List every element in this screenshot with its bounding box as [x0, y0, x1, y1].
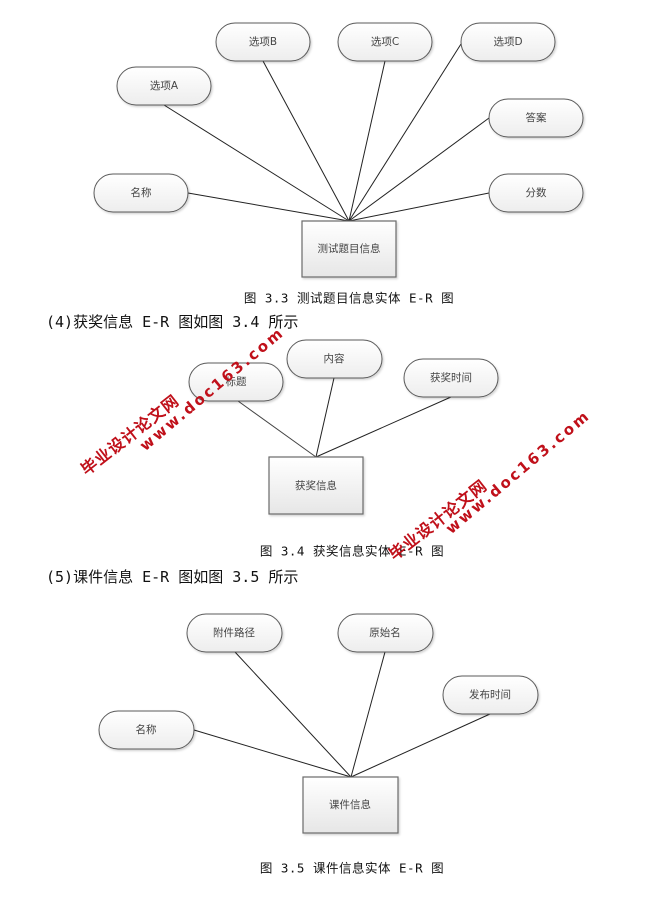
- attribute-option-b: 选项B: [215, 22, 311, 62]
- attribute-label: 选项A: [150, 79, 179, 92]
- link-name: [193, 729, 352, 778]
- attribute-attachment-path: 附件路径: [186, 613, 283, 653]
- er-diagram-courseware: 附件路径 原始名 发布时间 名称 课件信息 图 3.5 课件信息实体 E-R 图: [98, 613, 539, 876]
- link-option-c: [348, 60, 386, 222]
- document-page: 选项A 选项B 选项C 选项D 答案 分数 名称 测试题目信息 图 3.3 测试…: [46, 22, 594, 876]
- attribute-label: 附件路径: [213, 626, 255, 639]
- attribute-score: 分数: [488, 173, 584, 213]
- link-name: [187, 192, 350, 222]
- link-publish-time: [350, 713, 491, 778]
- attribute-label: 内容: [324, 352, 345, 365]
- section-intro-award: (4)获奖信息 E-R 图如图 3.4 所示: [46, 313, 298, 331]
- link-option-b: [262, 60, 350, 222]
- attribute-label: 选项C: [371, 35, 399, 48]
- watermark-url: www.doc163.com: [442, 406, 594, 537]
- attribute-label: 选项B: [249, 35, 277, 48]
- relationship-lines: [193, 651, 491, 778]
- attribute-answer: 答案: [488, 98, 584, 138]
- link-attachment-path: [234, 651, 352, 778]
- link-answer: [348, 117, 490, 222]
- link-title: [237, 400, 317, 458]
- attribute-label: 答案: [526, 111, 547, 124]
- entity-test-question-info: 测试题目信息: [301, 220, 397, 278]
- link-option-a: [163, 104, 350, 222]
- attribute-label: 分数: [526, 186, 547, 199]
- entity-label: 课件信息: [329, 798, 371, 811]
- attribute-label: 选项D: [493, 35, 522, 48]
- attribute-option-c: 选项C: [337, 22, 433, 62]
- figure-caption: 图 3.3 测试题目信息实体 E-R 图: [244, 291, 454, 306]
- attribute-name: 名称: [98, 710, 195, 750]
- entity-label: 测试题目信息: [318, 242, 381, 255]
- entity-label: 获奖信息: [295, 479, 337, 492]
- er-diagram-test-question: 选项A 选项B 选项C 选项D 答案 分数 名称 测试题目信息 图 3.3 测试…: [93, 22, 584, 306]
- attribute-option-d: 选项D: [460, 22, 556, 62]
- attribute-name: 名称: [93, 173, 189, 213]
- link-award-time: [315, 396, 452, 458]
- entity-courseware-info: 课件信息: [302, 776, 399, 834]
- figure-caption: 图 3.5 课件信息实体 E-R 图: [260, 861, 444, 876]
- watermark-2: 毕业设计论文网 www.doc163.com: [385, 406, 594, 564]
- attribute-content: 内容: [286, 339, 383, 379]
- attribute-label: 名称: [136, 723, 157, 736]
- section-intro-courseware: (5)课件信息 E-R 图如图 3.5 所示: [46, 568, 298, 586]
- link-content: [315, 377, 335, 458]
- link-original-name: [350, 651, 386, 778]
- relationship-lines: [163, 43, 490, 222]
- link-option-d: [348, 43, 462, 222]
- link-score: [348, 192, 490, 222]
- attribute-publish-time: 发布时间: [442, 675, 539, 715]
- attribute-original-name: 原始名: [337, 613, 434, 653]
- attribute-award-time: 获奖时间: [403, 358, 499, 398]
- attribute-option-a: 选项A: [116, 66, 212, 106]
- entity-award-info: 获奖信息: [268, 456, 364, 515]
- attribute-label: 获奖时间: [430, 371, 472, 384]
- attribute-label: 原始名: [369, 626, 401, 639]
- attribute-label: 名称: [131, 186, 152, 199]
- attribute-label: 发布时间: [469, 688, 511, 701]
